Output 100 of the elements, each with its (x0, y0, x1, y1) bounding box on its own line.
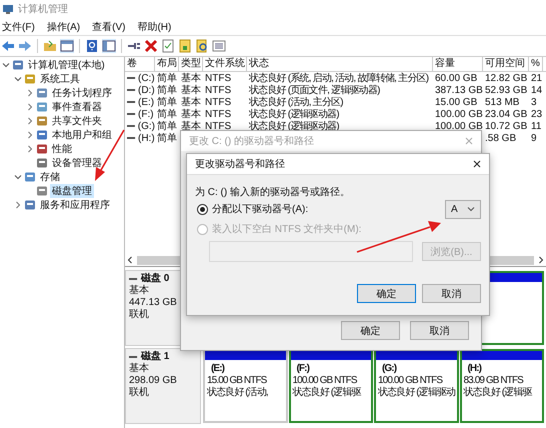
expand-chevron-icon[interactable] (26, 117, 34, 125)
menu-item[interactable]: 操作(A) (46, 20, 80, 34)
table-cell-text: 状态良好 (页面文件, 逻辑驱动器) (249, 84, 380, 96)
column-header[interactable]: 类型 (179, 57, 203, 71)
drive-letter-value: A (451, 204, 458, 214)
expand-chevron-icon[interactable] (26, 89, 34, 97)
partition-status: 状态良好 (逻辑驱 (464, 387, 534, 399)
partition-status: 状态良好 (活动, (207, 387, 269, 399)
table-cell: 9 (531, 132, 537, 144)
partition-label: (F:) (296, 363, 310, 375)
tree-item[interactable]: 存储 (38, 170, 62, 184)
back-arrow-icon[interactable] (1, 39, 15, 53)
panel-icon[interactable] (102, 39, 116, 53)
expand-chevron-icon[interactable] (14, 201, 22, 209)
menu-item[interactable]: 文件(F) (2, 20, 35, 34)
disk-status: 联机 (129, 309, 150, 321)
table-cell-text: 简单 (157, 96, 177, 108)
column-header[interactable]: 卷 (125, 57, 155, 71)
forward-arrow-icon[interactable] (18, 39, 32, 53)
column-header[interactable]: 可用空间 (483, 57, 529, 71)
partition-block[interactable]: (E:) 15.00 GB NTFS 状态良好 (活动, (203, 349, 288, 423)
partition-block[interactable]: (G:) 100.00 GB NTFS 状态良好 (逻辑驱动 (374, 349, 458, 423)
column-header[interactable]: % (529, 57, 543, 71)
dialog-button[interactable]: 确定 (341, 321, 400, 340)
radio-button[interactable] (197, 204, 208, 214)
dialog-button[interactable]: 取消 (422, 284, 481, 303)
expand-chevron-icon[interactable] (26, 131, 34, 139)
disk-info-panel[interactable]: 磁盘 1 基本 298.09 GB 联机 (125, 348, 201, 424)
table-cell: NTFS (205, 96, 232, 108)
prompt-text: 为 C: () 输入新的驱动器号或路径。 (195, 186, 351, 199)
table-cell: (F:) (138, 108, 154, 120)
folder-path-field[interactable] (209, 241, 413, 262)
tree-item[interactable]: 设备管理器 (50, 156, 104, 170)
disk-type: 基本 (129, 363, 150, 375)
partition-size: 83.09 GB NTFS (464, 375, 524, 386)
table-cell: (H:) (138, 132, 155, 144)
tree-item[interactable]: 磁盘管理 (50, 184, 94, 198)
table-cell: (E:) (138, 96, 154, 108)
node-icon (24, 73, 36, 85)
table-cell: 60.00 GB (435, 72, 478, 84)
tree-item[interactable]: 性能 (50, 142, 74, 156)
computer-icon (2, 3, 14, 15)
node-icon (36, 143, 48, 155)
table-cell: NTFS (205, 84, 232, 96)
dialog-title: 更改 C: () 的驱动器号和路径 (189, 134, 314, 148)
partition-block[interactable]: (H:) 83.09 GB NTFS 状态良好 (逻辑驱 (460, 349, 544, 423)
tree-item[interactable]: 事件查看器 (50, 100, 104, 114)
radio-label[interactable]: 分配以下驱动器号(A): (212, 202, 308, 216)
table-cell-text: 基本 (181, 84, 201, 96)
table-cell: 3 (531, 96, 537, 108)
table-cell-text: 简单 (157, 108, 177, 120)
document-icon[interactable] (178, 39, 192, 53)
collapse-chevron-icon[interactable] (14, 173, 22, 181)
column-header[interactable]: 状态 (247, 57, 433, 71)
node-icon (36, 87, 48, 99)
drive-letter-dropdown[interactable]: A (445, 200, 481, 218)
close-icon[interactable] (473, 160, 481, 168)
disk-name: 磁盘 1 (129, 351, 197, 363)
help-icon[interactable] (85, 39, 99, 53)
table-cell-text: 简单 (157, 120, 177, 132)
menu-item[interactable]: 查看(V) (92, 20, 126, 34)
panel-icon[interactable] (60, 39, 74, 53)
table-cell: 11 (531, 120, 542, 132)
folder-icon[interactable] (43, 39, 57, 53)
disk-type: 基本 (129, 285, 150, 297)
caret-icon (467, 206, 475, 212)
expand-chevron-icon[interactable] (26, 103, 34, 111)
disk-status: 联机 (129, 387, 150, 399)
search-document-icon[interactable] (195, 39, 209, 53)
disk-size: 298.09 GB (129, 375, 178, 386)
partition-label: (H:) (466, 363, 482, 375)
window-title: 计算机管理 (18, 2, 68, 16)
dialog-button[interactable]: 取消 (410, 321, 469, 340)
dialog-button[interactable]: 确定 (357, 284, 416, 303)
column-header[interactable]: 布局 (155, 57, 179, 71)
table-cell-text: 状态良好 (活动, 主分区) (249, 96, 343, 108)
tree-item[interactable]: 服务和应用程序 (38, 198, 112, 212)
node-icon (24, 171, 36, 183)
tree-item[interactable]: 本地用户和组 (50, 128, 114, 142)
collapse-chevron-icon[interactable] (2, 61, 10, 69)
tree-item[interactable]: 共享文件夹 (50, 114, 104, 128)
tree-item[interactable]: 任务计划程序 (50, 86, 114, 100)
node-icon (36, 101, 48, 113)
delete-icon[interactable] (144, 39, 158, 53)
menu-item[interactable]: 帮助(H) (137, 20, 172, 34)
table-cell-text: 基本 (181, 72, 201, 84)
list-icon[interactable] (212, 39, 226, 53)
column-header[interactable]: 文件系统 (203, 57, 247, 71)
partition-label: (E:) (210, 363, 226, 375)
tree-item[interactable]: 系统工具 (38, 72, 82, 86)
tree-item[interactable]: 计算机管理(本地) (26, 58, 107, 72)
collapse-chevron-icon[interactable] (14, 75, 22, 83)
table-cell: 10.72 GB (485, 120, 528, 132)
partition-size: 15.00 GB NTFS (207, 375, 268, 386)
expand-chevron-icon[interactable] (26, 145, 34, 153)
partition-block[interactable]: (F:) 100.00 GB NTFS 状态良好 (逻辑驱 (288, 349, 373, 423)
document-check-icon[interactable] (161, 39, 175, 53)
column-header[interactable]: 容量 (433, 57, 483, 71)
table-cell: 513 MB (485, 96, 520, 108)
table-cell-text: 基本 (181, 108, 201, 120)
